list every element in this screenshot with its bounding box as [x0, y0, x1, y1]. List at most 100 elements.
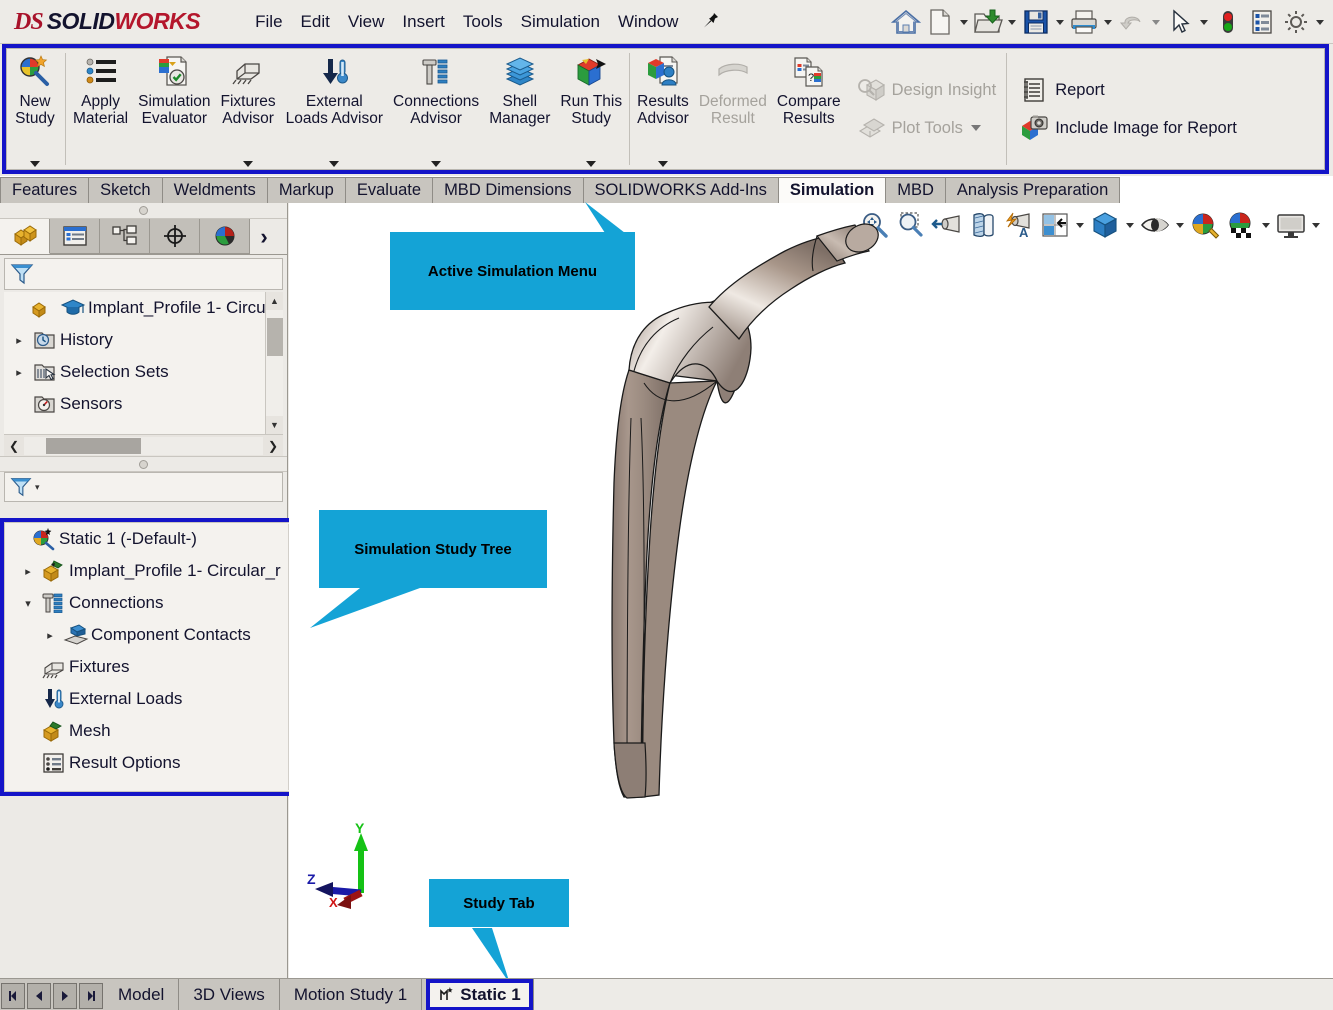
ribbon-include-image-label: Include Image for Report	[1055, 118, 1237, 137]
study-item-connections-label: Connections	[69, 593, 164, 612]
study-tree-filter[interactable]: ▾	[4, 472, 283, 502]
tree-item-history[interactable]: ▸ History	[4, 324, 283, 356]
hscroll-thumb[interactable]	[46, 437, 141, 454]
menu-tools[interactable]: Tools	[454, 10, 512, 34]
result-options-icon	[39, 751, 69, 775]
menu-edit[interactable]: Edit	[292, 10, 339, 34]
study-item-result-options[interactable]: Result Options	[5, 747, 305, 779]
panel-tab-property-manager[interactable]	[50, 219, 100, 254]
tab-mbd[interactable]: MBD	[886, 177, 946, 203]
pin-icon[interactable]	[701, 11, 721, 33]
ribbon-report-group: Report Include Image for Report	[1009, 49, 1245, 169]
feature-tree[interactable]: Implant_Profile 1- Circula ▸ History ▸ S…	[4, 292, 283, 434]
tab-weldments[interactable]: Weldments	[162, 177, 268, 203]
ribbon-fixtures-advisor[interactable]: Fixtures Advisor	[216, 49, 281, 169]
ribbon-simulation-evaluator[interactable]: Simulation Evaluator	[133, 49, 215, 169]
menu-insert[interactable]: Insert	[393, 10, 454, 34]
next-tab-icon[interactable]	[53, 982, 77, 1009]
panel-tab-display-manager[interactable]	[200, 219, 250, 254]
scroll-right-icon[interactable]: ❯	[263, 439, 283, 453]
tab-features[interactable]: Features	[0, 177, 90, 203]
simulation-study-tree[interactable]: Static 1 (-Default-) ▸ Implant_Profile 1…	[4, 522, 306, 792]
home-icon[interactable]	[889, 5, 923, 39]
menu-view[interactable]: View	[339, 10, 394, 34]
ribbon-shell-manager[interactable]: Shell Manager	[484, 49, 555, 169]
select-caret-icon[interactable]	[1197, 5, 1211, 39]
gear-caret-icon[interactable]	[1313, 5, 1327, 39]
connections-expand-icon[interactable]: ▾	[17, 597, 39, 610]
hscroll-track[interactable]	[24, 436, 263, 455]
run-study-caret-icon[interactable]	[586, 161, 597, 167]
tree-item-selection-sets[interactable]: ▸ Selection Sets	[4, 356, 283, 388]
tab-analysis-preparation[interactable]: Analysis Preparation	[945, 177, 1121, 203]
study-item-external-loads[interactable]: External Loads	[5, 683, 305, 715]
connections-advisor-caret-icon[interactable]	[431, 161, 442, 167]
bottom-tab-3d-views[interactable]: 3D Views	[179, 979, 280, 1010]
bottom-tab-model[interactable]: Model	[104, 979, 180, 1010]
ribbon-compare-results[interactable]: ? Compare Results	[772, 49, 846, 169]
report-icon	[1017, 76, 1051, 104]
study-item-part[interactable]: ▸ Implant_Profile 1- Circular_r	[5, 555, 305, 587]
open-folder-caret-icon[interactable]	[1005, 5, 1019, 39]
scroll-up-icon[interactable]: ▲	[266, 292, 283, 310]
undo-caret-icon[interactable]	[1149, 5, 1163, 39]
save-caret-icon[interactable]	[1053, 5, 1067, 39]
feature-tree-vscrollbar[interactable]: ▲ ▼	[265, 292, 283, 434]
selection-sets-expand-icon[interactable]: ▸	[8, 366, 30, 379]
traffic-light-icon[interactable]	[1211, 5, 1245, 39]
history-expand-icon[interactable]: ▸	[8, 334, 30, 347]
new-document-icon[interactable]	[923, 5, 957, 39]
prev-tab-icon[interactable]	[27, 982, 51, 1009]
feature-tree-filter[interactable]	[4, 258, 283, 290]
menu-file[interactable]: File	[246, 10, 291, 34]
last-tab-icon[interactable]	[79, 982, 103, 1009]
ribbon-report[interactable]: Report	[1011, 71, 1243, 109]
bottom-tab-static-1-label[interactable]: Static 1	[460, 985, 520, 1005]
vscroll-thumb[interactable]	[267, 318, 283, 356]
tree-item-sensors[interactable]: Sensors	[4, 388, 283, 420]
component-contacts-expand-icon[interactable]: ▸	[39, 629, 61, 642]
scroll-left-icon[interactable]: ❮	[4, 439, 24, 453]
ribbon-new-study[interactable]: New Study	[7, 49, 63, 169]
part-expand-icon[interactable]: ▸	[17, 565, 39, 578]
panel-splitter-middle[interactable]	[0, 456, 287, 472]
panel-tab-configuration-manager[interactable]	[100, 219, 150, 254]
new-document-caret-icon[interactable]	[957, 5, 971, 39]
first-tab-icon[interactable]	[1, 982, 25, 1009]
bottom-tab-motion-study-1[interactable]: Motion Study 1	[280, 979, 423, 1010]
menu-window[interactable]: Window	[609, 10, 687, 34]
tree-item-part-root[interactable]: Implant_Profile 1- Circula	[4, 292, 283, 324]
study-item-static-1[interactable]: Static 1 (-Default-)	[5, 523, 305, 555]
study-item-connections[interactable]: ▾ Connections	[5, 587, 305, 619]
panel-tabs-expand-icon[interactable]: ›	[250, 219, 278, 254]
results-advisor-caret-icon[interactable]	[657, 161, 668, 167]
options-list-icon[interactable]	[1245, 5, 1279, 39]
ribbon-include-image-for-report[interactable]: Include Image for Report	[1011, 109, 1243, 147]
menu-simulation[interactable]: Simulation	[512, 10, 609, 34]
tab-sketch[interactable]: Sketch	[89, 177, 163, 203]
tab-markup[interactable]: Markup	[267, 177, 346, 203]
panel-tab-dimxpert[interactable]	[150, 219, 200, 254]
panel-tab-feature-manager[interactable]	[0, 219, 50, 254]
print-icon[interactable]	[1067, 5, 1101, 39]
ribbon-results-advisor[interactable]: Results Advisor	[632, 49, 694, 169]
open-folder-icon[interactable]	[971, 5, 1005, 39]
feature-tree-hscrollbar[interactable]: ❮ ❯	[4, 434, 283, 456]
external-loads-caret-icon[interactable]	[329, 161, 340, 167]
study-item-fixtures[interactable]: Fixtures	[5, 651, 305, 683]
tab-simulation[interactable]: Simulation	[778, 177, 887, 203]
fixtures-advisor-caret-icon[interactable]	[243, 161, 254, 167]
print-caret-icon[interactable]	[1101, 5, 1115, 39]
save-icon[interactable]	[1019, 5, 1053, 39]
panel-splitter-top[interactable]	[0, 203, 287, 219]
study-item-component-contacts[interactable]: ▸ Component Contacts	[5, 619, 305, 651]
gear-icon[interactable]	[1279, 5, 1313, 39]
study-item-mesh[interactable]: Mesh	[5, 715, 305, 747]
select-cursor-icon[interactable]	[1163, 5, 1197, 39]
ribbon-connections-advisor[interactable]: Connections Advisor	[388, 49, 484, 169]
ribbon-run-this-study[interactable]: Run This Study	[555, 49, 627, 169]
scroll-down-icon[interactable]: ▼	[266, 416, 283, 434]
new-study-caret-icon[interactable]	[30, 161, 40, 167]
ribbon-external-loads-advisor[interactable]: External Loads Advisor	[281, 49, 388, 169]
ribbon-apply-material[interactable]: Apply Material	[68, 49, 133, 169]
